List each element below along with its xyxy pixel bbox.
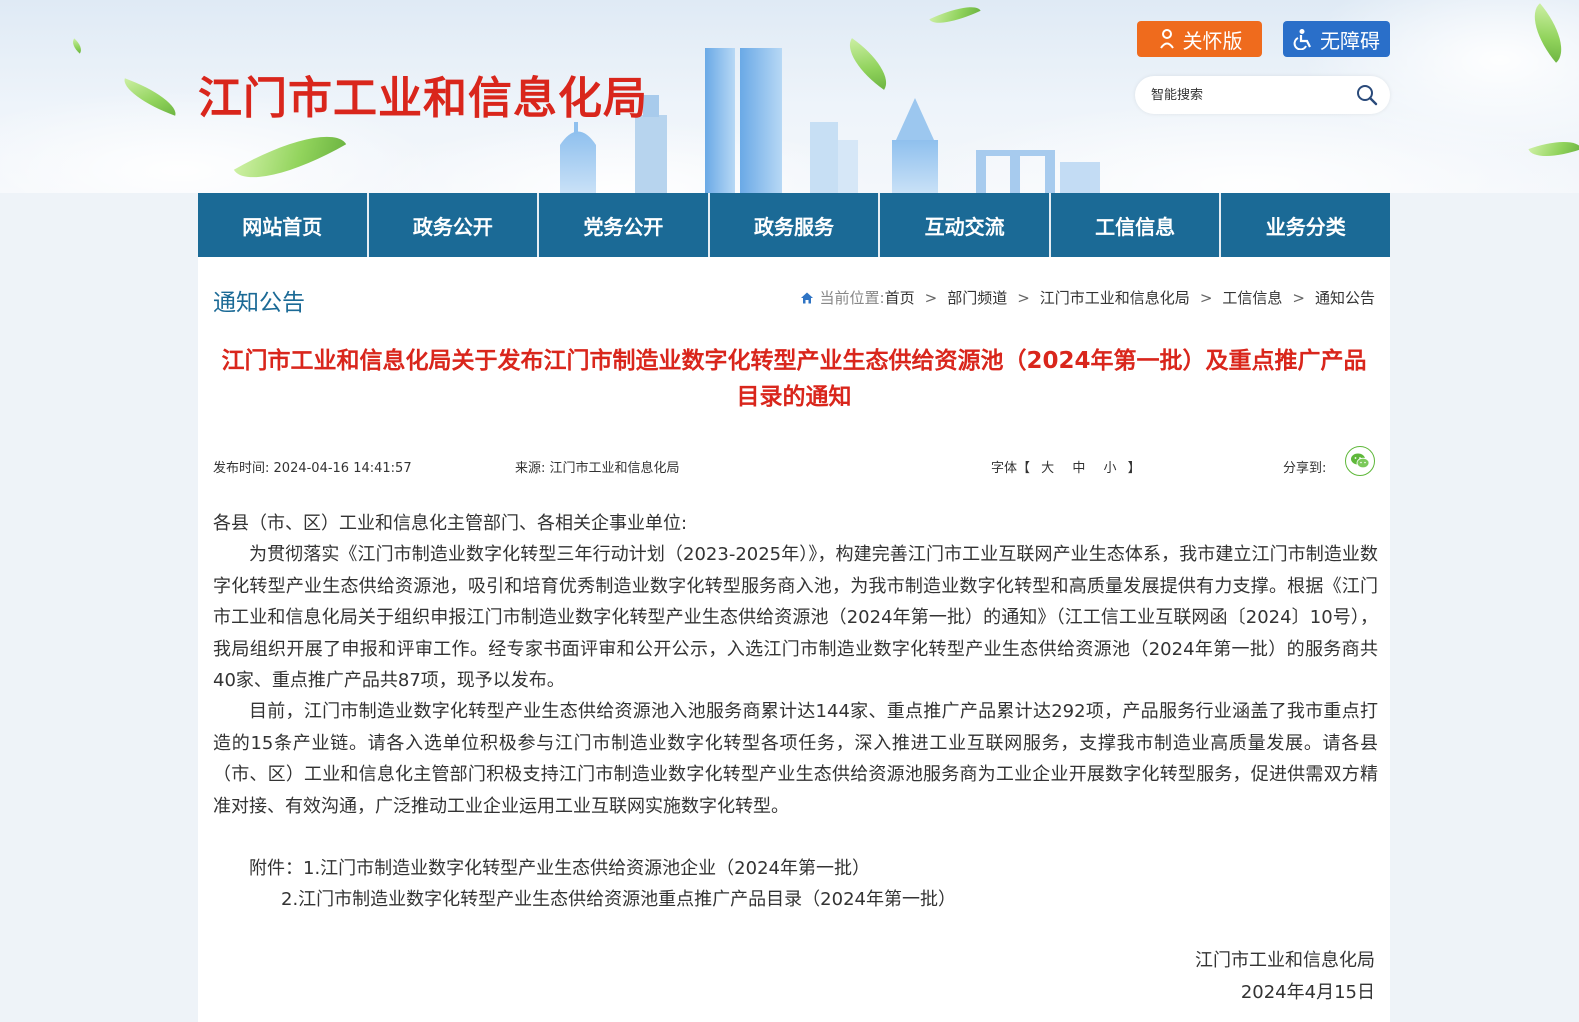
search-box [1135, 76, 1390, 114]
font-size-large[interactable]: 大 [1041, 461, 1054, 476]
attachment-link[interactable]: 附件：1.江门市制造业数字化转型产业生态供给资源池企业（2024年第一批） [249, 853, 956, 884]
leaf-decoration [929, 0, 981, 32]
breadcrumb-department-channel[interactable]: 部门频道 [947, 287, 1007, 308]
article-paragraph: 为贯彻落实《江门市制造业数字化转型三年行动计划（2023-2025年）》，构建完… [213, 544, 1378, 692]
nav-item-gov-services[interactable]: 政务服务 [710, 193, 881, 257]
breadcrumb: 当前位置: 首页 > 部门频道 > 江门市工业和信息化局 > 工信信息 > 通知… [800, 287, 1375, 308]
home-icon [800, 292, 813, 303]
nav-item-industry-info[interactable]: 工信信息 [1051, 193, 1222, 257]
nav-item-interaction[interactable]: 互动交流 [880, 193, 1051, 257]
article-meta: 发布时间: 2024-04-16 14:41:57 来源: 江门市工业和信息化局… [213, 446, 1375, 477]
font-size-medium[interactable]: 中 [1072, 461, 1085, 476]
publish-time: 2024-04-16 14:41:57 [273, 461, 412, 476]
wechat-share-button[interactable] [1345, 446, 1375, 476]
nav-item-home[interactable]: 网站首页 [198, 193, 369, 257]
accessibility-label: 无障碍 [1320, 28, 1380, 53]
signature-org: 江门市工业和信息化局 [1195, 950, 1375, 971]
accessibility-icon [1293, 29, 1311, 50]
breadcrumb-location-label: 当前位置: [819, 289, 885, 307]
accessibility-button[interactable]: 无障碍 [1283, 21, 1390, 57]
site-title[interactable]: 江门市工业和信息化局 [198, 62, 648, 126]
font-size-label: 字体【 [991, 461, 1031, 476]
attachments: 附件：1.江门市制造业数字化转型产业生态供给资源池企业（2024年第一批） 2.… [249, 853, 956, 915]
article-salutation: 各县（市、区）工业和信息化主管部门、各相关企事业单位: [213, 513, 688, 534]
attachment-link[interactable]: 2.江门市制造业数字化转型产业生态供给资源池重点推广产品目录（2024年第一批） [249, 884, 956, 915]
search-icon[interactable] [1356, 84, 1378, 106]
publish-label: 发布时间: [213, 461, 270, 476]
article-paragraph: 目前，江门市制造业数字化转型产业生态供给资源池入池服务商累计达144家、重点推广… [213, 701, 1378, 817]
share-label: 分享到: [1283, 461, 1327, 476]
publish-info: 发布时间: 2024-04-16 14:41:57 [213, 457, 412, 476]
breadcrumb-separator: > [924, 288, 938, 307]
breadcrumb-industry-info[interactable]: 工信信息 [1222, 287, 1282, 308]
breadcrumb-separator: > [1199, 288, 1213, 307]
breadcrumb-separator: > [1292, 288, 1305, 307]
article-body: 各县（市、区）工业和信息化主管部门、各相关企事业单位: 为贯彻落实《江门市制造业… [213, 508, 1378, 822]
font-size-switcher: 字体【 大 中 小 】 [991, 457, 1141, 476]
care-mode-label: 关怀版 [1182, 28, 1243, 53]
font-size-end: 】 [1127, 461, 1141, 476]
source-label: 来源: [515, 461, 546, 476]
nav-item-gov-affairs-open[interactable]: 政务公开 [369, 193, 540, 257]
search-input[interactable] [1149, 76, 1349, 114]
breadcrumb-home[interactable]: 首页 [885, 287, 915, 308]
breadcrumb-bureau[interactable]: 江门市工业和信息化局 [1040, 287, 1190, 308]
wechat-icon [1351, 453, 1370, 469]
source-info: 来源: 江门市工业和信息化局 [515, 457, 680, 476]
breadcrumb-separator: > [1017, 288, 1030, 307]
section-title: 通知公告 [213, 290, 305, 316]
main-nav: 网站首页 政务公开 党务公开 政务服务 互动交流 工信信息 业务分类 [198, 193, 1390, 257]
source-value: 江门市工业和信息化局 [549, 461, 680, 476]
care-mode-button[interactable]: 关怀版 [1137, 21, 1262, 57]
signature: 江门市工业和信息化局 2024年4月15日 [1195, 945, 1375, 1009]
leaf-decoration [69, 38, 85, 54]
article-container: 通知公告 当前位置: 首页 > 部门频道 > 江门市工业和信息化局 > 工信信息… [198, 257, 1390, 1022]
breadcrumb-notices[interactable]: 通知公告 [1315, 287, 1375, 308]
font-size-small[interactable]: 小 [1103, 461, 1116, 476]
care-icon [1159, 29, 1174, 49]
header-banner: 江门市工业和信息化局 关怀版 无障碍 [0, 0, 1579, 193]
signature-date: 2024年4月15日 [1240, 982, 1375, 1003]
nav-item-business-categories[interactable]: 业务分类 [1221, 193, 1390, 257]
article-title: 江门市工业和信息化局关于发布江门市制造业数字化转型产业生态供给资源池（2024年… [221, 348, 1367, 410]
nav-item-party-affairs-open[interactable]: 党务公开 [539, 193, 710, 257]
